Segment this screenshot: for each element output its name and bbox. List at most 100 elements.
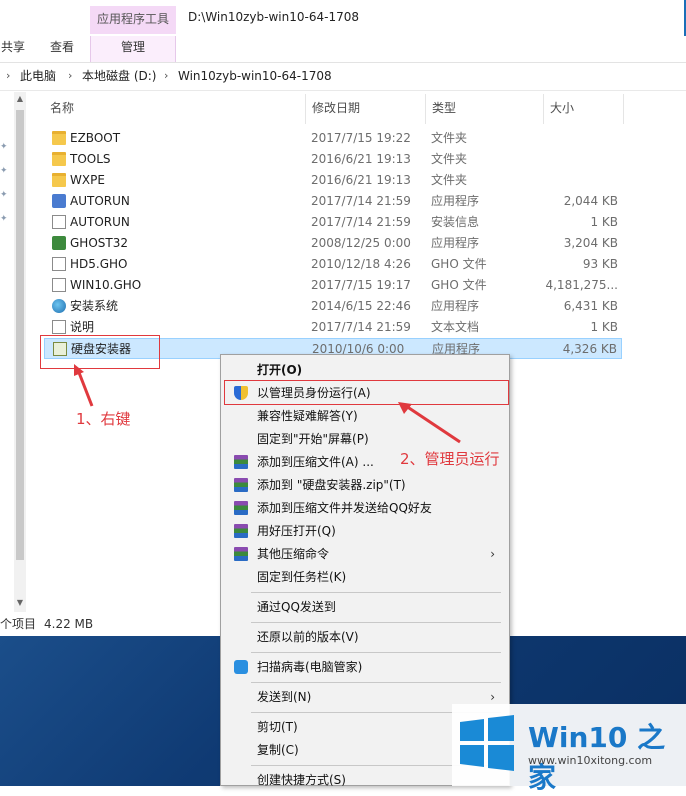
menu-item-label: 固定到"开始"屏幕(P) [257,432,369,446]
file-row[interactable]: HD5.GHO 2010/12/18 4:26 GHO 文件 93 KB [44,254,622,275]
pin-icon: ✦ [0,214,8,224]
file-row[interactable]: AUTORUN 2017/7/14 21:59 应用程序 2,044 KB [44,191,622,212]
submenu-arrow-icon: › [490,547,495,561]
column-header-date[interactable]: 修改日期 [306,94,426,124]
menu-separator [251,652,501,653]
file-type: 文本文档 [431,320,480,334]
menu-item-pin-to-taskbar[interactable]: 固定到任务栏(K) [223,566,507,588]
breadcrumb-local-disk[interactable]: 本地磁盘 (D:) [82,64,156,88]
file-size: 2,044 KB [563,194,618,208]
winrar-icon [234,455,248,469]
menu-item-open[interactable]: 打开(O) [223,359,507,381]
breadcrumb-folder[interactable]: Win10zyb-win10-64-1708 [178,64,332,88]
ribbon-tabs: 共享 查看 管理 [0,36,686,63]
file-type: 文件夹 [431,131,468,145]
file-date: 2017/7/14 21:59 [311,194,411,208]
file-row[interactable]: WXPE 2016/6/21 19:13 文件夹 [44,170,622,191]
tab-view[interactable]: 查看 [40,36,84,62]
menu-item-label: 剪切(T) [257,720,298,734]
file-type: 安装信息 [431,215,480,229]
menu-item-label: 添加到压缩文件(A) ... [257,455,374,469]
breadcrumb-this-pc[interactable]: 此电脑 [20,64,56,88]
winrar-icon [234,478,248,492]
file-row[interactable]: GHOST32 2008/12/25 0:00 应用程序 3,204 KB [44,233,622,254]
winrar-icon [234,501,248,515]
menu-item-archive-send-qq[interactable]: 添加到压缩文件并发送给QQ好友 [223,497,507,519]
annotation-box-right-click [40,335,160,369]
file-date: 2017/7/15 19:22 [311,131,411,145]
menu-item-label: 用好压打开(Q) [257,524,336,538]
menu-item-label: 添加到 "硬盘安装器.zip"(T) [257,478,406,492]
scroll-down-arrow-icon[interactable]: ▼ [14,598,26,610]
file-date: 2014/6/15 22:46 [311,299,411,313]
menu-item-label: 还原以前的版本(V) [257,630,359,644]
menu-item-scan-virus[interactable]: 扫描病毒(电脑管家) [223,656,507,678]
status-item-count: 个项目 [0,617,37,631]
pin-icon: ✦ [0,166,8,176]
app-icon [52,194,66,208]
file-date: 2017/7/14 21:59 [311,320,411,334]
menu-item-open-with-haozip[interactable]: 用好压打开(Q) [223,520,507,542]
ghost-icon [52,236,66,250]
annotation-step2: 2、管理员运行 [400,450,500,468]
file-type: GHO 文件 [431,257,487,271]
chevron-right-icon: › [164,69,169,82]
tab-share[interactable]: 共享 [0,36,26,62]
file-icon [52,278,66,292]
file-name: EZBOOT [70,131,121,145]
file-size: 1 KB [590,320,618,334]
annotation-box-run-as-admin [224,380,509,405]
file-name: WXPE [70,173,105,187]
file-date: 2010/12/18 4:26 [311,257,411,271]
scrollbar-thumb[interactable] [16,110,24,560]
file-name: 安装系统 [70,299,119,313]
file-row[interactable]: WIN10.GHO 2017/7/15 19:17 GHO 文件 4,181,2… [44,275,622,296]
file-type: 文件夹 [431,173,468,187]
menu-item-label: 创建快捷方式(S) [257,773,346,787]
file-size: 93 KB [582,257,618,271]
file-row[interactable]: EZBOOT 2017/7/15 19:22 文件夹 [44,128,622,149]
menu-item-other-compress[interactable]: 其他压缩命令 › [223,543,507,565]
menu-item-add-to-zip[interactable]: 添加到 "硬盘安装器.zip"(T) [223,474,507,496]
scroll-up-arrow-icon[interactable]: ▲ [14,94,26,106]
menu-item-label: 固定到任务栏(K) [257,570,347,584]
annotation-arrow-icon [74,364,94,407]
menu-item-restore-versions[interactable]: 还原以前的版本(V) [223,626,507,648]
column-header-size[interactable]: 大小 [544,94,624,124]
file-name: WIN10.GHO [70,278,142,292]
file-size: 6,431 KB [563,299,618,313]
file-name: AUTORUN [70,194,130,208]
file-size: 3,204 KB [563,236,618,250]
menu-separator [251,592,501,593]
tab-manage[interactable]: 管理 [90,36,176,62]
menu-item-label: 添加到压缩文件并发送给QQ好友 [257,501,432,515]
pin-icon: ✦ [0,142,8,152]
context-tab-header: 应用程序工具 [90,6,176,34]
winrar-icon [234,524,248,538]
menu-item-label: 扫描病毒(电脑管家) [257,660,363,674]
file-row[interactable]: AUTORUN 2017/7/14 21:59 安装信息 1 KB [44,212,622,233]
folder-icon [52,131,66,145]
menu-separator [251,622,501,623]
file-size: 1 KB [590,215,618,229]
file-row[interactable]: 安装系统 2014/6/15 22:46 应用程序 6,431 KB [44,296,622,317]
address-bar[interactable]: › 此电脑 › 本地磁盘 (D:) › Win10zyb-win10-64-17… [0,64,686,91]
file-date: 2016/6/21 19:13 [311,152,411,166]
file-type: 应用程序 [431,194,480,208]
status-selection-size: 4.22 MB [44,617,94,631]
column-header-name[interactable]: 名称 [44,94,306,124]
file-type: 应用程序 [431,236,480,250]
file-type: 应用程序 [431,299,480,313]
file-row[interactable]: TOOLS 2016/6/21 19:13 文件夹 [44,149,622,170]
column-header-type[interactable]: 类型 [426,94,544,124]
file-name: GHOST32 [70,236,128,250]
menu-item-label: 发送到(N) [257,690,312,704]
windows-logo-icon [460,715,514,771]
file-name: TOOLS [70,152,111,166]
menu-item-label: 复制(C) [257,743,299,757]
folder-icon [52,173,66,187]
menu-separator [251,682,501,683]
folder-icon [52,152,66,166]
menu-item-send-via-qq[interactable]: 通过QQ发送到 [223,596,507,618]
file-date: 2008/12/25 0:00 [311,236,411,250]
